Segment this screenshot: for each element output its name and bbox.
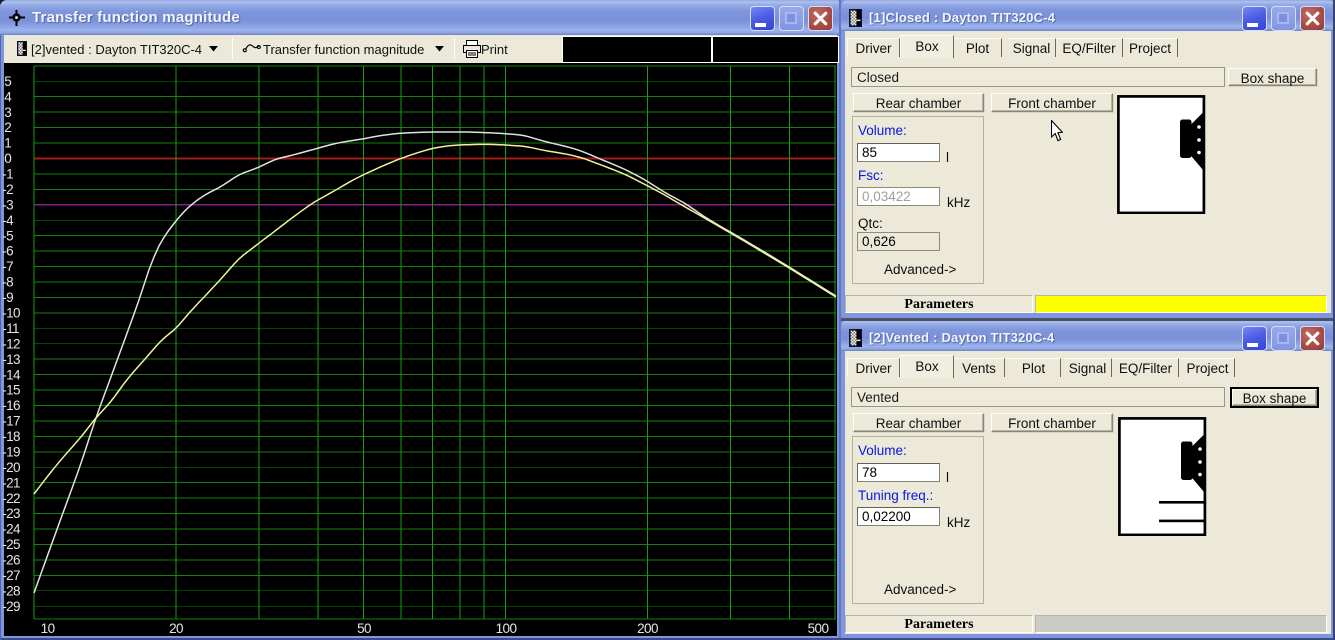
svg-text:-14: -14 [2,367,21,382]
svg-text:20: 20 [169,621,183,636]
svg-text:10: 10 [41,621,55,636]
svg-text:-21: -21 [2,475,20,490]
svg-text:-26: -26 [2,553,20,568]
svg-text:-17: -17 [2,414,20,429]
svg-text:-10: -10 [2,306,20,321]
svg-text:-1: -1 [2,167,13,182]
svg-text:4: 4 [4,89,12,104]
svg-text:500: 500 [808,621,829,636]
svg-text:-29: -29 [2,599,20,614]
svg-text:-24: -24 [2,522,21,537]
svg-text:1: 1 [4,136,11,151]
svg-text:-2: -2 [2,182,13,197]
svg-text:-18: -18 [2,429,20,444]
svg-text:-3: -3 [2,197,13,212]
svg-text:-6: -6 [2,244,13,259]
svg-text:-27: -27 [2,568,20,583]
svg-text:-19: -19 [2,445,20,460]
svg-text:-11: -11 [2,321,19,336]
svg-text:-4: -4 [2,213,14,228]
svg-text:-8: -8 [2,275,13,290]
svg-text:3: 3 [4,105,11,120]
svg-text:2: 2 [4,120,11,135]
svg-text:-9: -9 [2,290,13,305]
svg-text:-16: -16 [2,398,20,413]
svg-text:-13: -13 [2,352,20,367]
svg-text:-15: -15 [2,383,20,398]
svg-text:5: 5 [4,74,11,89]
svg-text:-25: -25 [2,537,20,552]
svg-text:0: 0 [4,151,11,166]
svg-text:100: 100 [496,621,517,636]
svg-text:50: 50 [357,621,371,636]
svg-text:-12: -12 [2,336,20,351]
svg-text:-5: -5 [2,228,13,243]
svg-text:200: 200 [637,621,658,636]
svg-text:-23: -23 [2,506,20,521]
svg-text:-20: -20 [2,460,20,475]
svg-text:-7: -7 [2,259,13,274]
svg-text:-28: -28 [2,583,20,598]
svg-text:-22: -22 [2,491,20,506]
